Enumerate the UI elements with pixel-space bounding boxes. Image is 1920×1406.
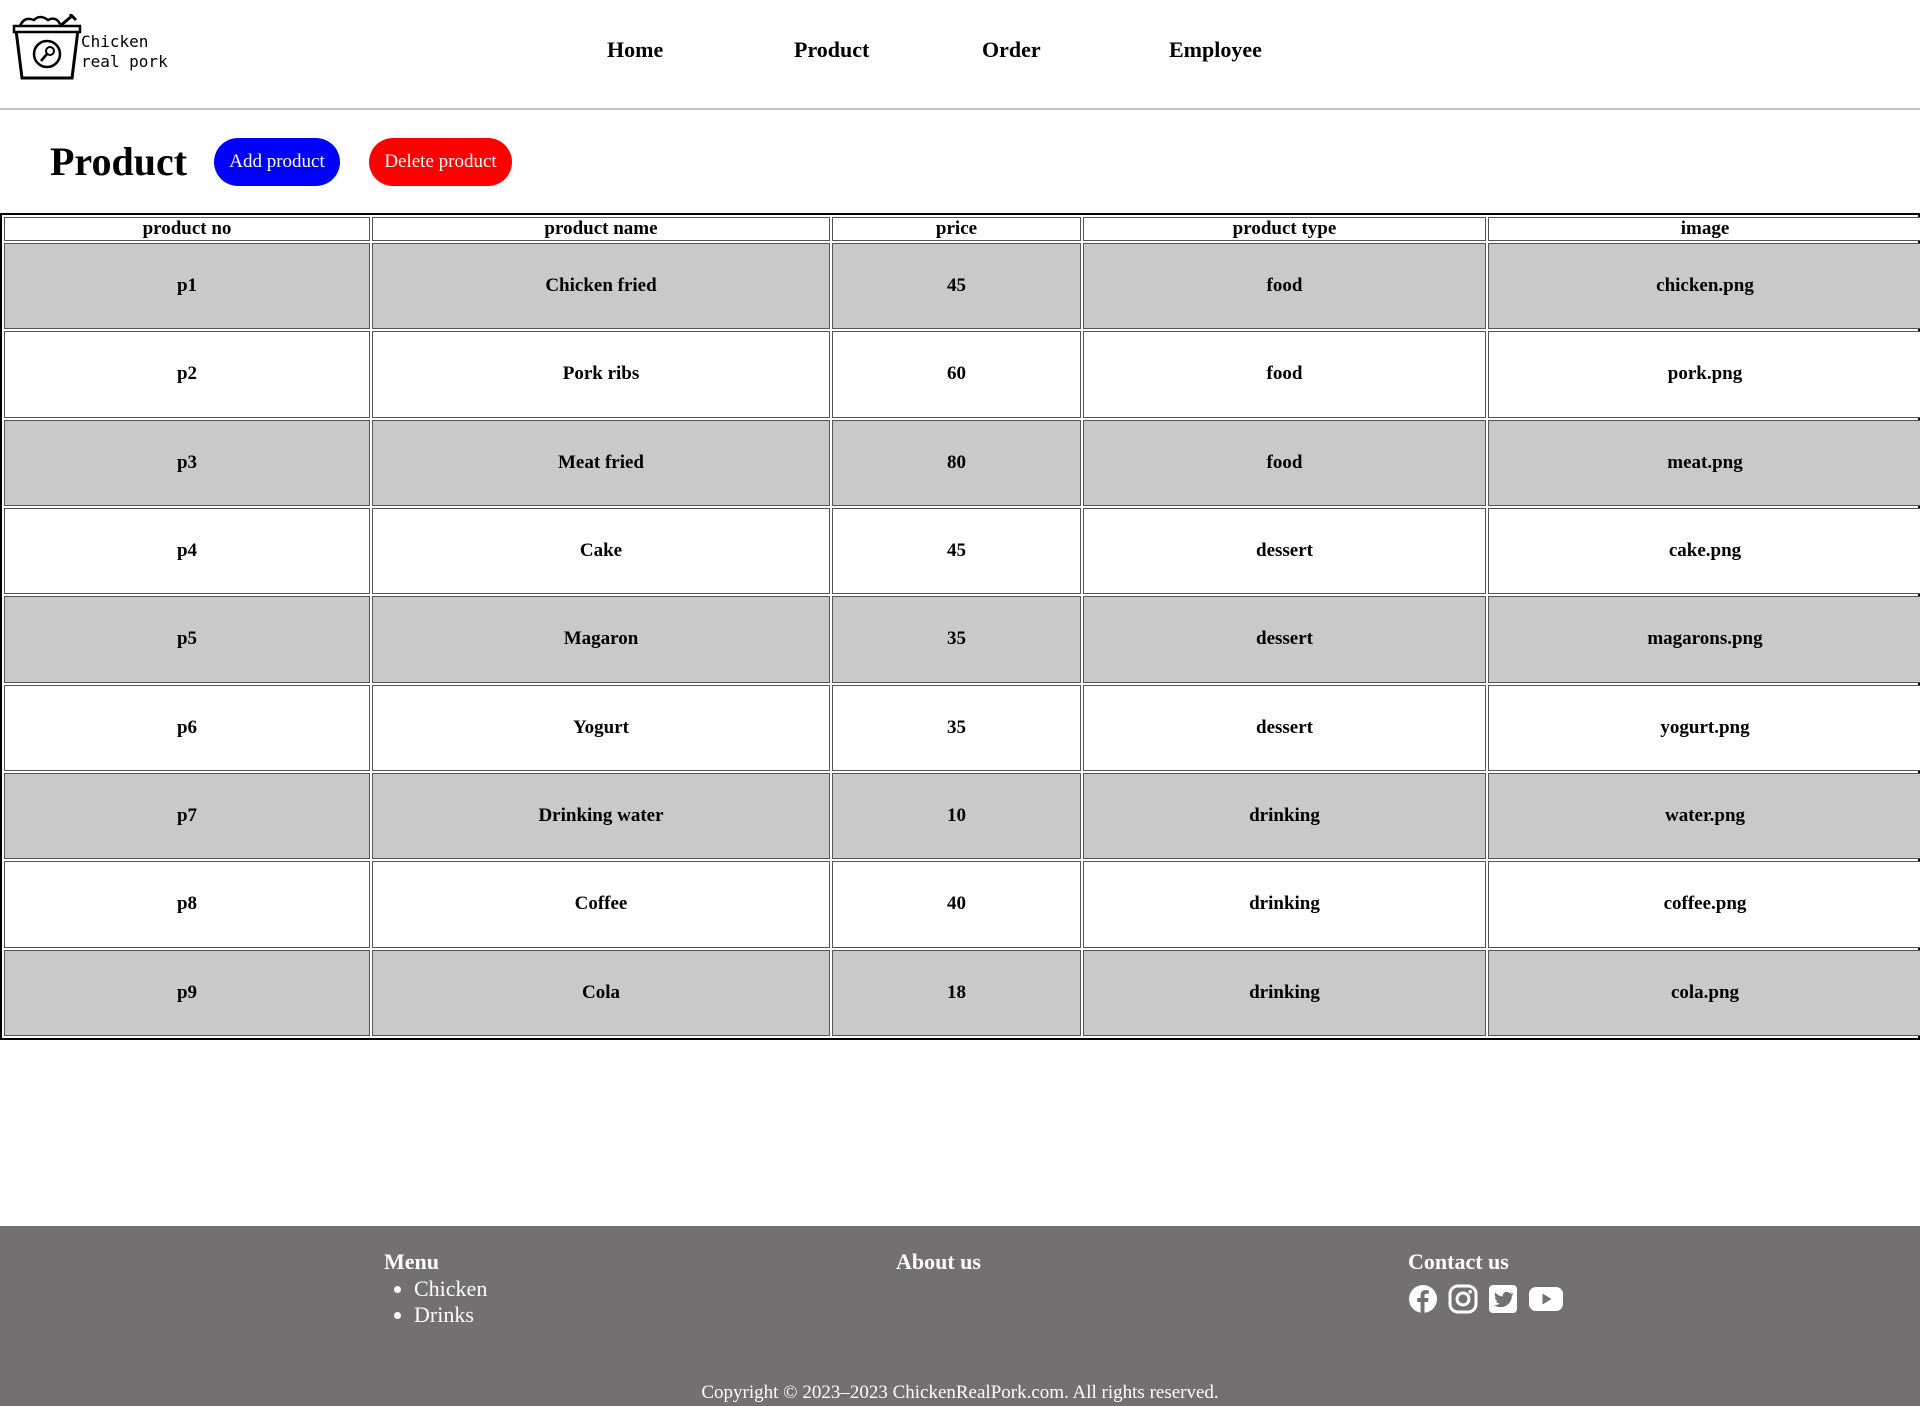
footer-menu-list: Chicken Drinks [384, 1276, 487, 1328]
product-table-container: product no product name price product ty… [0, 213, 1920, 1040]
cell-product-type: dessert [1083, 596, 1486, 683]
cell-product-name: Chicken fried [372, 243, 830, 330]
instagram-icon[interactable] [1448, 1284, 1478, 1314]
footer-menu-title: Menu [384, 1249, 439, 1274]
table-row: p1 Chicken fried 45 food chicken.png [4, 243, 1920, 330]
table-row: p9 Cola 18 drinking cola.png [4, 949, 1920, 1036]
cell-product-no: p6 [4, 684, 370, 771]
cell-price: 80 [832, 419, 1081, 506]
cell-product-type: drinking [1083, 949, 1486, 1036]
footer-contact-title: Contact us [1408, 1249, 1509, 1274]
nav-order[interactable]: Order [982, 36, 1041, 64]
cell-image: meat.png [1488, 419, 1920, 506]
nav-home[interactable]: Home [607, 36, 663, 64]
cell-price: 40 [832, 861, 1081, 948]
cell-product-no: p7 [4, 772, 370, 860]
col-header-price: price [832, 217, 1081, 241]
nav-employee[interactable]: Employee [1169, 36, 1262, 64]
table-row: p2 Pork ribs 60 food pork.png [4, 331, 1920, 418]
cell-image: chicken.png [1488, 243, 1920, 330]
cell-image: cake.png [1488, 507, 1920, 595]
logo-text: Chicken real pork [81, 32, 168, 72]
table-body: p1 Chicken fried 45 food chicken.png p2 … [4, 243, 1920, 1036]
cell-product-type: food [1083, 243, 1486, 330]
site-header: Chicken real pork Home Product Order Emp… [0, 0, 1920, 110]
cell-product-no: p5 [4, 596, 370, 683]
table-row: p6 Yogurt 35 dessert yogurt.png [4, 684, 1920, 771]
cell-image: yogurt.png [1488, 684, 1920, 771]
table-row: p8 Coffee 40 drinking coffee.png [4, 861, 1920, 948]
copyright-text: Copyright © 2023–2023 ChickenRealPork.co… [701, 1382, 1219, 1403]
footer-about-title[interactable]: About us [896, 1248, 981, 1276]
nav-product[interactable]: Product [794, 36, 869, 64]
cell-product-type: drinking [1083, 861, 1486, 948]
social-links [1408, 1284, 1564, 1314]
cell-price: 60 [832, 331, 1081, 418]
page-title: Product [50, 139, 188, 184]
logo-bucket-icon[interactable] [12, 14, 82, 82]
footer-menu: Menu Chicken Drinks [384, 1248, 487, 1328]
cell-price: 18 [832, 949, 1081, 1036]
footer-about: About us [896, 1248, 981, 1276]
col-header-product-no: product no [4, 217, 370, 241]
col-header-product-name: product name [372, 217, 830, 241]
cell-image: water.png [1488, 772, 1920, 860]
cell-product-name: Pork ribs [372, 331, 830, 418]
cell-product-no: p8 [4, 861, 370, 948]
cell-product-name: Yogurt [372, 684, 830, 771]
cell-price: 45 [832, 243, 1081, 330]
cell-product-type: food [1083, 419, 1486, 506]
cell-product-type: dessert [1083, 684, 1486, 771]
add-product-button[interactable]: Add product [214, 138, 340, 186]
table-row: p5 Magaron 35 dessert magarons.png [4, 596, 1920, 683]
site-footer: Menu Chicken Drinks About us Contact us … [0, 1226, 1920, 1406]
cell-price: 10 [832, 772, 1081, 860]
cell-image: pork.png [1488, 331, 1920, 418]
table-row: p4 Cake 45 dessert cake.png [4, 507, 1920, 595]
cell-image: magarons.png [1488, 596, 1920, 683]
product-table: product no product name price product ty… [2, 215, 1920, 1038]
col-header-image: image [1488, 217, 1920, 241]
logo-line-2: real pork [81, 52, 168, 71]
cell-product-name: Drinking water [372, 772, 830, 860]
footer-contact: Contact us [1408, 1248, 1564, 1314]
twitter-icon[interactable] [1488, 1284, 1518, 1314]
cell-price: 35 [832, 596, 1081, 683]
cell-product-no: p3 [4, 419, 370, 506]
table-header-row: product no product name price product ty… [4, 217, 1920, 241]
col-header-product-type: product type [1083, 217, 1486, 241]
youtube-icon[interactable] [1528, 1284, 1564, 1314]
footer-menu-item-chicken[interactable]: Chicken [414, 1276, 487, 1302]
cell-price: 45 [832, 507, 1081, 595]
cell-product-name: Cake [372, 507, 830, 595]
cell-price: 35 [832, 684, 1081, 771]
logo-line-1: Chicken [81, 32, 149, 51]
cell-image: coffee.png [1488, 861, 1920, 948]
cell-product-name: Meat fried [372, 419, 830, 506]
delete-product-button[interactable]: Delete product [369, 138, 512, 186]
cell-product-type: dessert [1083, 507, 1486, 595]
cell-product-name: Magaron [372, 596, 830, 683]
cell-product-no: p4 [4, 507, 370, 595]
facebook-icon[interactable] [1408, 1284, 1438, 1314]
cell-image: cola.png [1488, 949, 1920, 1036]
table-row: p3 Meat fried 80 food meat.png [4, 419, 1920, 506]
footer-menu-item-drinks[interactable]: Drinks [414, 1302, 487, 1328]
cell-product-no: p9 [4, 949, 370, 1036]
cell-product-name: Coffee [372, 861, 830, 948]
cell-product-no: p1 [4, 243, 370, 330]
cell-product-name: Cola [372, 949, 830, 1036]
table-row: p7 Drinking water 10 drinking water.png [4, 772, 1920, 860]
cell-product-no: p2 [4, 331, 370, 418]
cell-product-type: food [1083, 331, 1486, 418]
cell-product-type: drinking [1083, 772, 1486, 860]
